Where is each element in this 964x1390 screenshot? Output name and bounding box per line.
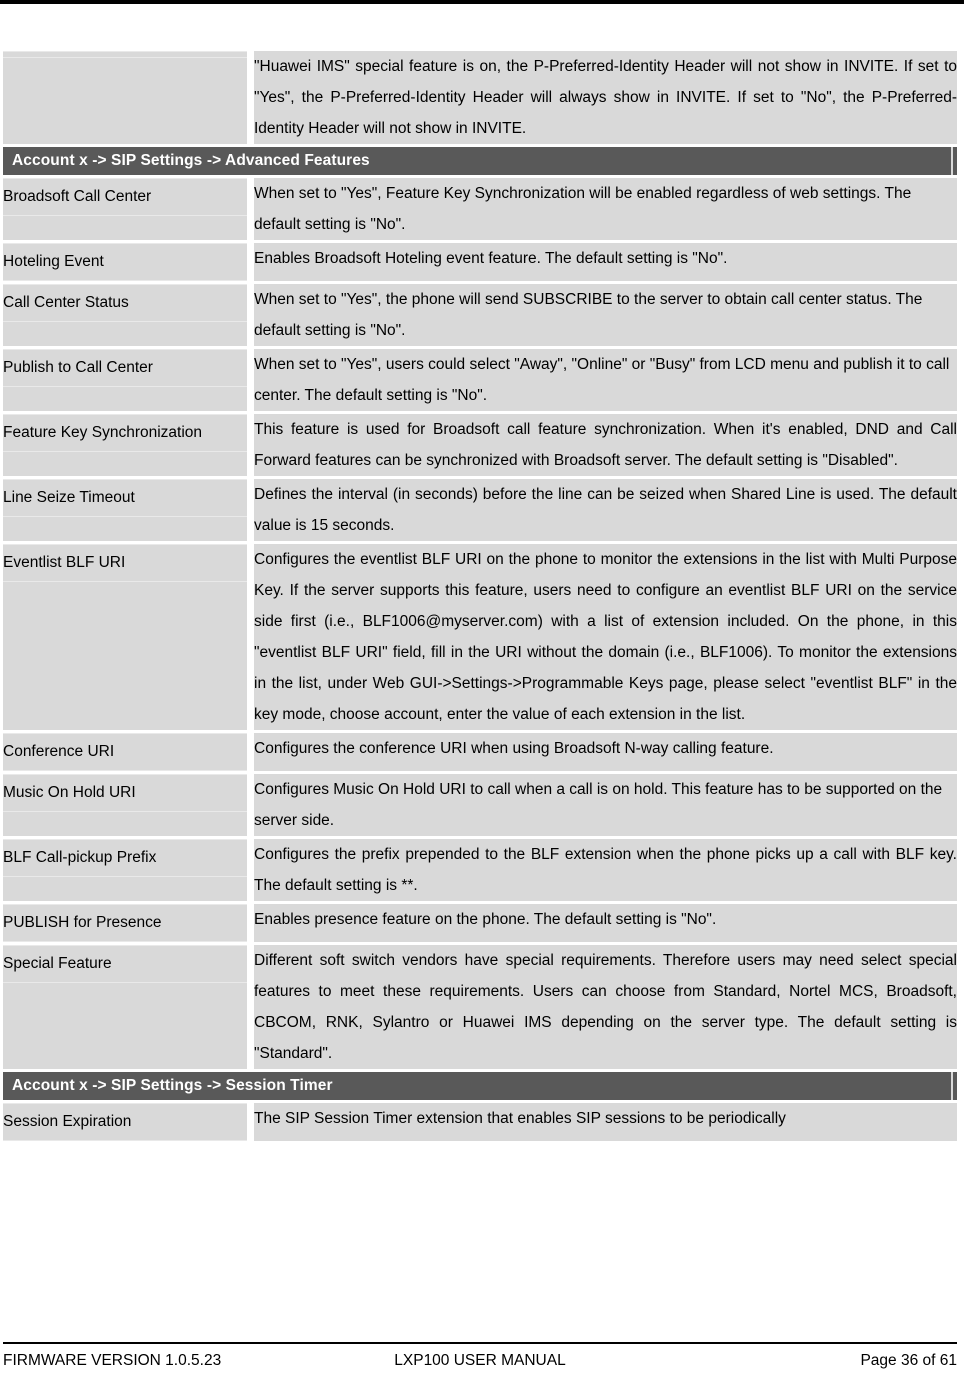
setting-name-cell: Hoteling Event: [3, 243, 247, 281]
setting-description-text: When set to "Yes", users could select "A…: [254, 356, 950, 404]
setting-description-cell: When set to "Yes", users could select "A…: [254, 349, 957, 411]
setting-description-cell: Enables Broadsoft Hoteling event feature…: [254, 243, 957, 281]
column-spacer: [247, 51, 254, 144]
setting-description-text: Configures Music On Hold URI to call whe…: [254, 781, 943, 829]
setting-name-cell: Music On Hold URI: [3, 774, 247, 836]
table-section-header-row: Account x -> SIP Settings -> Session Tim…: [3, 1072, 957, 1100]
setting-description-cell: Different soft switch vendors have speci…: [254, 945, 957, 1069]
table-row: Call Center Status When set to "Yes", the…: [3, 284, 957, 346]
setting-name-cell: Eventlist BLF URI: [3, 544, 247, 730]
table-row: Session Expiration The SIP Session Timer …: [3, 1103, 957, 1141]
setting-name-label: [3, 51, 247, 58]
setting-name-label: Session Expiration: [3, 1103, 247, 1141]
table-row: Broadsoft Call Center When set to "Yes", …: [3, 178, 957, 240]
column-spacer: [247, 774, 254, 836]
setting-description-text: "Huawei IMS" special feature is on, the …: [254, 58, 957, 137]
setting-description-cell: Enables presence feature on the phone. T…: [254, 904, 957, 942]
setting-name-label: Publish to Call Center: [3, 349, 247, 387]
setting-description-cell: The SIP Session Timer extension that ena…: [254, 1103, 957, 1141]
column-spacer: [247, 479, 254, 541]
column-spacer: [247, 243, 254, 281]
setting-name-cell: Publish to Call Center: [3, 349, 247, 411]
setting-description-cell: Configures Music On Hold URI to call whe…: [254, 774, 957, 836]
footer-manual-title: LXP100 USER MANUAL: [394, 1352, 566, 1369]
column-spacer: [247, 839, 254, 901]
section-header-label: Account x -> SIP Settings -> Advanced Fe…: [3, 147, 957, 175]
page-top-rule: [0, 0, 964, 4]
setting-name-cell: [3, 51, 247, 144]
setting-description-text: Configures the prefix prepended to the B…: [254, 846, 957, 894]
setting-name-cell: Conference URI: [3, 733, 247, 771]
column-spacer: [247, 284, 254, 346]
column-spacer: [247, 349, 254, 411]
setting-description-cell: Configures the prefix prepended to the B…: [254, 839, 957, 901]
footer-divider: [3, 1342, 957, 1344]
column-spacer: [247, 544, 254, 730]
setting-description-text: Configures the conference URI when using…: [254, 740, 774, 757]
setting-description-text: Configures the eventlist BLF URI on the …: [254, 551, 957, 723]
table-row: Eventlist BLF URI Configures the eventlis…: [3, 544, 957, 730]
setting-name-label: BLF Call-pickup Prefix: [3, 839, 247, 877]
table-row: PUBLISH for Presence Enables presence fea…: [3, 904, 957, 942]
setting-name-label: PUBLISH for Presence: [3, 904, 247, 942]
setting-description-cell: Defines the interval (in seconds) before…: [254, 479, 957, 541]
setting-name-cell: Special Feature: [3, 945, 247, 1069]
setting-description-text: Different soft switch vendors have speci…: [254, 952, 957, 1062]
setting-description-text: The SIP Session Timer extension that ena…: [254, 1110, 786, 1127]
setting-description-cell: This feature is used for Broadsoft call …: [254, 414, 957, 476]
setting-description-cell: "Huawei IMS" special feature is on, the …: [254, 51, 957, 144]
table-section-header-row: Account x -> SIP Settings -> Advanced Fe…: [3, 147, 957, 175]
setting-description-text: When set to "Yes", Feature Key Synchroni…: [254, 185, 912, 233]
table-row: Hoteling Event Enables Broadsoft Hoteling…: [3, 243, 957, 281]
footer-page-number: Page 36 of 61: [860, 1352, 957, 1369]
setting-name-label: Music On Hold URI: [3, 774, 247, 812]
setting-name-cell: Line Seize Timeout: [3, 479, 247, 541]
setting-name-cell: BLF Call-pickup Prefix: [3, 839, 247, 901]
setting-description-cell: Configures the eventlist BLF URI on the …: [254, 544, 957, 730]
setting-name-label: Line Seize Timeout: [3, 479, 247, 517]
table-row: BLF Call-pickup Prefix Configures the pre…: [3, 839, 957, 901]
table-row: Conference URI Configures the conference …: [3, 733, 957, 771]
table-row: Feature Key Synchronization This feature …: [3, 414, 957, 476]
setting-name-cell: Feature Key Synchronization: [3, 414, 247, 476]
setting-description-text: Enables presence feature on the phone. T…: [254, 911, 717, 928]
setting-description-cell: Configures the conference URI when using…: [254, 733, 957, 771]
table-row: Music On Hold URI Configures Music On Hol…: [3, 774, 957, 836]
setting-description-text: When set to "Yes", the phone will send S…: [254, 291, 923, 339]
setting-name-cell: Broadsoft Call Center: [3, 178, 247, 240]
setting-name-label: Eventlist BLF URI: [3, 544, 247, 582]
setting-description-text: Defines the interval (in seconds) before…: [254, 486, 957, 534]
setting-name-label: Hoteling Event: [3, 243, 247, 281]
table-row: Line Seize Timeout Defines the interval (…: [3, 479, 957, 541]
setting-name-cell: Session Expiration: [3, 1103, 247, 1141]
setting-description-cell: When set to "Yes", the phone will send S…: [254, 284, 957, 346]
setting-name-label: Special Feature: [3, 945, 247, 983]
setting-name-cell: Call Center Status: [3, 284, 247, 346]
column-spacer: [247, 178, 254, 240]
column-spacer: [247, 414, 254, 476]
setting-description-cell: When set to "Yes", Feature Key Synchroni…: [254, 178, 957, 240]
setting-description-text: Enables Broadsoft Hoteling event feature…: [254, 250, 728, 267]
setting-name-label: Feature Key Synchronization: [3, 414, 247, 452]
settings-description-table: "Huawei IMS" special feature is on, the …: [3, 48, 957, 1144]
setting-name-label: Broadsoft Call Center: [3, 178, 247, 216]
section-header-label: Account x -> SIP Settings -> Session Tim…: [3, 1072, 957, 1100]
column-spacer: [247, 904, 254, 942]
setting-name-label: Conference URI: [3, 733, 247, 771]
table-row: "Huawei IMS" special feature is on, the …: [3, 51, 957, 144]
setting-name-label: Call Center Status: [3, 284, 247, 322]
column-spacer: [247, 945, 254, 1069]
page-footer: FIRMWARE VERSION 1.0.5.23 LXP100 USER MA…: [3, 1342, 957, 1372]
column-spacer: [247, 1103, 254, 1141]
table-row: Special Feature Different soft switch ven…: [3, 945, 957, 1069]
footer-firmware-version: FIRMWARE VERSION 1.0.5.23: [3, 1352, 222, 1369]
setting-description-text: This feature is used for Broadsoft call …: [254, 421, 957, 469]
column-spacer: [247, 733, 254, 771]
setting-name-cell: PUBLISH for Presence: [3, 904, 247, 942]
table-row: Publish to Call Center When set to "Yes",…: [3, 349, 957, 411]
page-content: "Huawei IMS" special feature is on, the …: [3, 48, 957, 1144]
